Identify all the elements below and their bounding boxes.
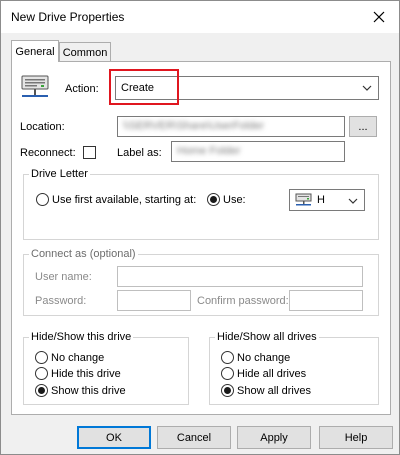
option-label: No change [237,351,291,364]
radio-circle [35,367,48,380]
password-input[interactable] [117,290,191,311]
option-label: Show all drives [237,384,311,397]
cancel-button[interactable]: Cancel [157,426,231,449]
confirm-password-input[interactable] [289,290,363,311]
ok-button-label: OK [106,431,122,444]
window-title: New Drive Properties [11,10,125,24]
radio-use[interactable]: Use: [207,193,246,206]
drive-letter-title: Drive Letter [29,168,90,180]
radio-hide-all-drives[interactable]: Hide all drives [221,367,306,380]
cancel-button-label: Cancel [176,431,212,444]
label-as-label: Label as: [117,147,162,159]
option-label: Hide all drives [237,367,307,380]
password-label: Password: [35,295,87,307]
username-label: User name: [35,271,92,283]
browse-button[interactable]: ... [349,116,377,137]
drive-letter-value: H [317,194,325,206]
ok-button[interactable]: OK [77,426,151,449]
tab-common-label: Common [62,46,108,59]
help-button[interactable]: Help [319,426,393,449]
tab-general[interactable]: General [11,40,59,62]
tab-general-label: General [15,45,55,58]
location-input[interactable]: \\SERVER\Share\UserFolder [117,116,345,137]
radio-all-no-change[interactable]: No change [221,351,290,364]
hide-show-all-title: Hide/Show all drives [215,331,319,343]
apply-button[interactable]: Apply [237,426,311,449]
chevron-down-icon [348,198,358,204]
label-as-value: Home Folder [177,145,241,157]
radio-use-circle [207,193,220,206]
username-input[interactable] [117,266,363,287]
apply-button-label: Apply [260,431,288,444]
radio-circle [221,367,234,380]
action-label: Action: [65,83,99,95]
drive-letter-dropdown[interactable]: H [289,189,365,211]
reconnect-checkbox[interactable] [83,146,96,159]
confirm-password-label: Confirm password: [197,295,289,307]
radio-use-first-available[interactable]: Use first available, starting at: [36,193,196,206]
dialog-window: New Drive Properties General Common Acti… [0,0,400,455]
tab-common[interactable]: Common [59,42,111,62]
drive-icon [295,193,312,206]
reconnect-label: Reconnect: [20,147,76,159]
label-as-input[interactable]: Home Folder [171,141,345,162]
use-label: Use: [223,193,246,206]
radio-use-first-circle [36,193,49,206]
radio-this-no-change[interactable]: No change [35,351,104,364]
option-label: Hide this drive [51,367,121,380]
close-button[interactable] [365,5,393,29]
option-label: Show this drive [51,384,126,397]
chevron-down-icon [362,85,372,91]
radio-circle [221,351,234,364]
location-label: Location: [20,121,65,133]
radio-show-this-drive[interactable]: Show this drive [35,384,126,397]
use-first-label: Use first available, starting at: [52,193,197,206]
location-value: \\SERVER\Share\UserFolder [123,120,265,132]
radio-hide-this-drive[interactable]: Hide this drive [35,367,121,380]
network-drive-icon [19,73,53,103]
connect-as-title: Connect as (optional) [29,248,138,260]
radio-circle [35,384,48,397]
close-icon [373,11,385,23]
browse-button-label: ... [358,120,368,133]
title-bar: New Drive Properties [1,1,399,33]
action-highlight-box [109,69,179,105]
radio-show-all-drives[interactable]: Show all drives [221,384,311,397]
radio-circle [221,384,234,397]
radio-circle [35,351,48,364]
help-button-label: Help [344,431,368,444]
option-label: No change [51,351,105,364]
hide-show-this-title: Hide/Show this drive [29,331,134,343]
